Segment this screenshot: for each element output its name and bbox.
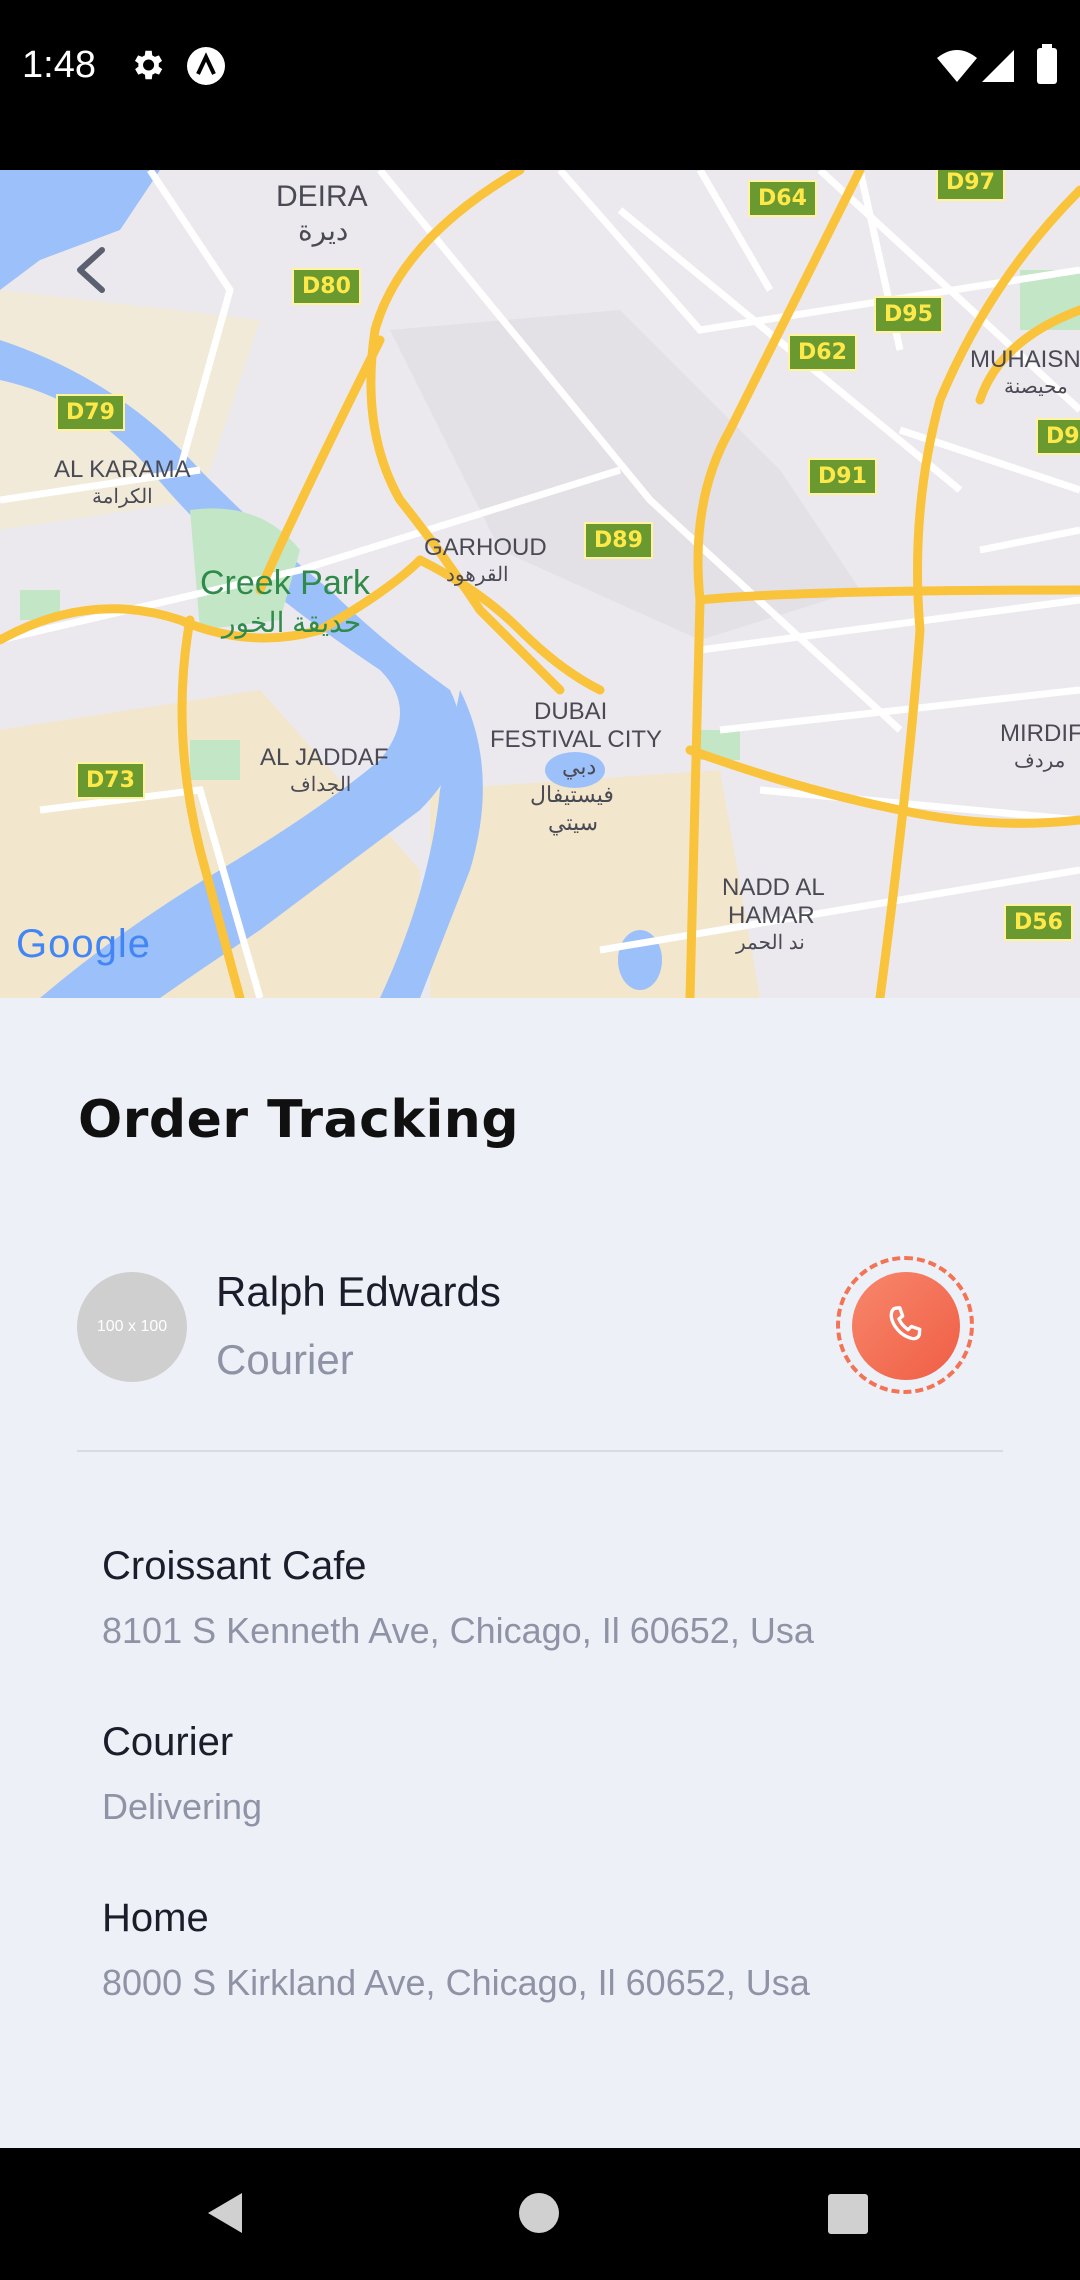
back-button[interactable] xyxy=(66,240,114,300)
stop-address: 8101 S Kenneth Ave, Chicago, Il 60652, U… xyxy=(102,1610,814,1651)
road-badge: D62 xyxy=(788,334,857,371)
signal-icon xyxy=(980,48,1016,88)
avatar: 100 x 100 xyxy=(77,1272,187,1382)
road-badge: D80 xyxy=(292,268,361,305)
stop-title: Courier xyxy=(102,1720,234,1764)
road-badge: D79 xyxy=(56,394,125,431)
road-badge: D56 xyxy=(1004,904,1073,941)
stop-address: 8000 S Kirkland Ave, Chicago, Il 60652, … xyxy=(102,1962,810,2003)
order-panel: Order Tracking 100 x 100 Ralph Edwards C… xyxy=(0,998,1080,2148)
nav-back-button[interactable] xyxy=(204,2190,246,2240)
road-badge: D64 xyxy=(748,180,817,217)
avatar-placeholder-text: 100 x 100 xyxy=(96,1318,168,1335)
road-badge: D91 xyxy=(808,458,877,495)
status-time: 1:48 xyxy=(22,44,96,86)
triangle-back-icon xyxy=(208,2193,242,2233)
divider xyxy=(77,1450,1003,1452)
google-logo: Google xyxy=(16,922,151,966)
gear-icon xyxy=(128,46,166,88)
battery-icon xyxy=(1036,44,1058,88)
road-badge: D93 xyxy=(1036,418,1080,455)
road-badges: D64 D97 D80 D95 D62 D79 D91 D93 D89 D73 … xyxy=(0,170,1080,998)
chevron-left-icon xyxy=(77,247,105,293)
courier-name: Ralph Edwards xyxy=(216,1268,501,1315)
status-bar: 1:48 xyxy=(0,0,1080,170)
stop-status: Delivering xyxy=(102,1786,263,1827)
courier-role: Courier xyxy=(216,1336,354,1383)
circle-home-icon xyxy=(519,2193,559,2233)
nav-home-button[interactable] xyxy=(518,2192,560,2238)
stop-title: Croissant Cafe xyxy=(102,1544,367,1588)
system-nav-bar xyxy=(0,2148,1080,2280)
map-view[interactable]: DEIRA ديرة AL KARAMA الكرامة Creek Park … xyxy=(0,170,1080,998)
nav-recents-button[interactable] xyxy=(828,2194,868,2238)
wifi-icon xyxy=(936,48,978,88)
page-title: Order Tracking xyxy=(78,1090,520,1150)
device-frame: 1:48 DEIRA ديرة AL KARAMA الكرامة Creek … xyxy=(0,0,1080,2280)
call-button[interactable] xyxy=(852,1272,960,1380)
phone-icon xyxy=(889,1306,922,1341)
app-a-icon xyxy=(186,46,226,90)
road-badge: D73 xyxy=(76,762,145,799)
road-badge: D89 xyxy=(584,522,653,559)
square-recents-icon xyxy=(828,2194,868,2234)
stop-title: Home xyxy=(102,1896,209,1940)
road-badge: D95 xyxy=(874,296,943,333)
road-badge: D97 xyxy=(936,170,1005,201)
